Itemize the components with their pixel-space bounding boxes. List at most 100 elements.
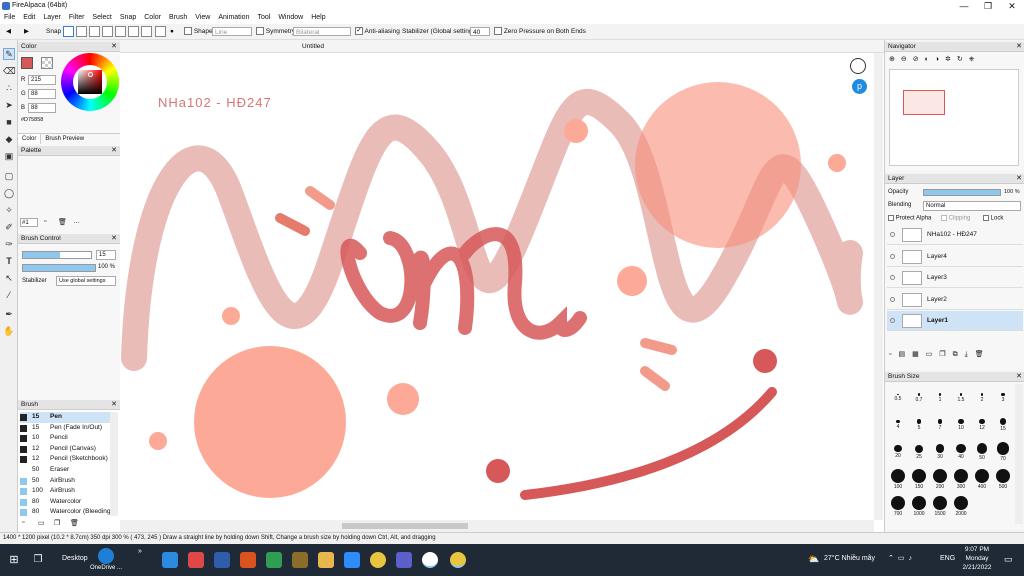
- pixiv-icon[interactable]: p: [852, 79, 867, 94]
- zoom-icon[interactable]: [344, 552, 360, 568]
- snap-curve-icon[interactable]: [128, 26, 139, 37]
- brush-size-option[interactable]: 400: [972, 468, 992, 490]
- brush-size-option[interactable]: 3: [993, 387, 1013, 403]
- brush-size-option[interactable]: 15: [993, 414, 1013, 432]
- menu-filter[interactable]: Filter: [65, 12, 89, 24]
- maximize-button[interactable]: ❐: [976, 0, 1000, 12]
- brush-item[interactable]: 12 Pencil (Canvas): [20, 444, 110, 455]
- menu-tool[interactable]: Tool: [253, 12, 274, 24]
- brush-item[interactable]: 100 AirBrush: [20, 486, 110, 497]
- snap-circle-icon[interactable]: [115, 26, 126, 37]
- canvas-artwork[interactable]: NHa102 - HĐ247: [120, 53, 884, 520]
- select-pen-icon[interactable]: ✐: [3, 221, 15, 233]
- gradient-tool-icon[interactable]: ▣: [3, 150, 15, 162]
- brush-size-option[interactable]: 2: [972, 387, 992, 403]
- brush-item[interactable]: 12 Pencil (Sketchbook): [20, 454, 110, 465]
- brush-item[interactable]: 15 Pen: [20, 412, 110, 423]
- layer-actions[interactable]: ▫▤▦▭❐⧉⤓🗑: [889, 350, 991, 359]
- brush-size-option[interactable]: 7: [930, 414, 950, 431]
- zero-pressure-option[interactable]: Zero Pressure on Both Ends: [494, 27, 586, 37]
- secondary-color-swatch[interactable]: [41, 57, 53, 69]
- shape-select[interactable]: Line: [212, 27, 252, 36]
- menu-brush[interactable]: Brush: [165, 12, 191, 24]
- brush-size-field[interactable]: 15: [96, 250, 116, 260]
- menu-window[interactable]: Window: [274, 12, 307, 24]
- panel-close-icon[interactable]: ✕: [111, 146, 117, 156]
- next-frame-icon[interactable]: ▶: [24, 27, 29, 37]
- minimize-button[interactable]: —: [952, 0, 976, 12]
- r-value-field[interactable]: 215: [28, 75, 56, 85]
- antialias-checkbox[interactable]: ✓: [355, 27, 363, 36]
- brush-size-option[interactable]: 12: [972, 414, 992, 431]
- layer-visibility-icon[interactable]: [890, 253, 895, 259]
- delete-brush-icon[interactable]: 🗑: [70, 519, 79, 527]
- start-icon[interactable]: ⊞: [6, 552, 22, 568]
- snap-perspective-icon[interactable]: [141, 26, 152, 37]
- brush-item[interactable]: 80 Watercolor: [20, 497, 110, 508]
- layer-row[interactable]: Layer1: [887, 311, 1023, 331]
- layer-visibility-icon[interactable]: [890, 318, 895, 323]
- brush-size-option[interactable]: 4: [888, 414, 908, 430]
- lock-option[interactable]: Lock: [983, 215, 1003, 222]
- brush-size-option[interactable]: 100: [888, 468, 908, 490]
- layer-visibility-icon[interactable]: [890, 232, 895, 237]
- brush-size-option[interactable]: 0.7: [909, 387, 929, 403]
- desktop-label[interactable]: Desktop: [62, 555, 88, 562]
- onedrive-icon[interactable]: [98, 548, 114, 564]
- snap-off-icon[interactable]: [63, 26, 74, 37]
- layer-row[interactable]: Layer2: [887, 290, 1023, 310]
- wifi-app-icon[interactable]: [240, 552, 256, 568]
- brush-duplicate-icon[interactable]: ❐: [54, 519, 60, 527]
- brush-size-slider[interactable]: [22, 251, 92, 259]
- app-icon[interactable]: [292, 552, 308, 568]
- brush-item[interactable]: 80 Watercolor (Bleeding): [20, 507, 110, 516]
- symmetry-select[interactable]: Bilateral: [293, 27, 351, 36]
- brush-size-option[interactable]: 50: [972, 441, 992, 461]
- brush-size-scrollbar[interactable]: [1015, 384, 1023, 524]
- symmetry-option[interactable]: Symmetry: [256, 27, 295, 37]
- snap-parallel-icon[interactable]: [76, 26, 87, 37]
- task-view-icon[interactable]: ❐: [30, 552, 46, 568]
- layer-row[interactable]: NHa102 - HĐ247: [887, 225, 1023, 245]
- notification-icon[interactable]: ▭: [1004, 554, 1013, 565]
- panel-close-icon[interactable]: ✕: [1016, 174, 1022, 184]
- stabilizer-select[interactable]: 40: [470, 27, 490, 36]
- skype-icon[interactable]: [162, 552, 178, 568]
- eraser-tool-icon[interactable]: ⌫: [3, 65, 16, 77]
- file-explorer-icon[interactable]: [318, 552, 334, 568]
- menu-animation[interactable]: Animation: [214, 12, 253, 24]
- fill-tool-icon[interactable]: ■: [3, 116, 15, 128]
- panel-close-icon[interactable]: ✕: [1016, 42, 1022, 52]
- menu-help[interactable]: Help: [307, 12, 329, 24]
- brush-size-option[interactable]: 1000: [909, 495, 929, 517]
- brush-stabilizer-select[interactable]: Use global settings: [56, 276, 116, 286]
- excel-icon[interactable]: [266, 552, 282, 568]
- tab-brush-preview[interactable]: Brush Preview: [41, 134, 88, 144]
- protect-alpha-checkbox[interactable]: [888, 215, 894, 221]
- toolbar-expand-icon[interactable]: »: [138, 548, 142, 555]
- brush-size-option[interactable]: 1: [930, 387, 950, 403]
- magic-wand-icon[interactable]: ✧: [3, 204, 15, 216]
- brush-size-option[interactable]: 40: [951, 441, 971, 460]
- chrome-icon[interactable]: [370, 552, 386, 568]
- brush-list-scrollbar[interactable]: [110, 412, 118, 516]
- close-button[interactable]: ✕: [1000, 0, 1024, 12]
- navigator-viewport[interactable]: [903, 90, 945, 115]
- firealpaca-icon[interactable]: [422, 552, 438, 568]
- hand-tool-icon[interactable]: ✋: [3, 325, 15, 337]
- brush-size-option[interactable]: 500: [993, 468, 1013, 490]
- menu-snap[interactable]: Snap: [116, 12, 140, 24]
- layer-row[interactable]: Layer4: [887, 247, 1023, 267]
- operation-tool-icon[interactable]: ↖: [3, 272, 15, 284]
- brush-size-option[interactable]: 30: [930, 441, 950, 460]
- clipping-option[interactable]: Clipping: [941, 215, 970, 222]
- brush-size-option[interactable]: 1.5: [951, 387, 971, 403]
- app-icon[interactable]: [188, 552, 204, 568]
- brush-size-option[interactable]: 300: [951, 468, 971, 490]
- weather-icon[interactable]: ⛅: [808, 554, 819, 565]
- select-eraser-icon[interactable]: ✑: [3, 238, 15, 250]
- navigator-tools[interactable]: ⊕⊖⊘◐◑✲↻⎈: [889, 55, 980, 64]
- brush-size-option[interactable]: 0.5: [888, 387, 908, 402]
- antialias-option[interactable]: ✓ Anti-aliasing: [355, 27, 400, 37]
- text-tool-icon[interactable]: T: [3, 255, 15, 267]
